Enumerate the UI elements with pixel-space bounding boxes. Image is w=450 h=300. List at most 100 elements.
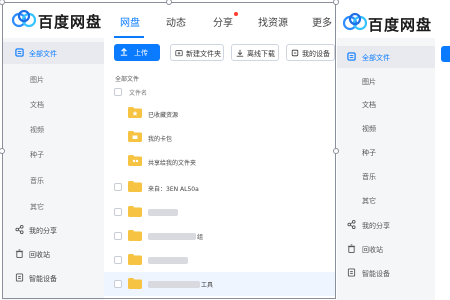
file-row[interactable]: 工具 (104, 272, 335, 296)
sidebar-item-my-shares[interactable]: 我的分享 (337, 214, 435, 236)
my-device-button-label: 我的设备 (302, 50, 330, 58)
sidebar-item-label: 文档 (362, 101, 376, 109)
sidebar-item-label: 回收站 (29, 251, 50, 259)
resize-handle-middle-right[interactable] (333, 148, 339, 154)
sidebar-item-documents[interactable]: 文档 (2, 93, 104, 115)
sidebar-item-label: 其它 (362, 197, 376, 205)
folder-icon (128, 206, 142, 217)
new-folder-button[interactable]: 新建文件夹 (170, 44, 224, 61)
row-checkbox[interactable] (114, 280, 122, 288)
upload-icon (120, 48, 128, 56)
redacted-file-name (148, 209, 178, 216)
sidebar-item-label: 视频 (362, 125, 376, 133)
file-icon (15, 48, 24, 57)
folder-icon (128, 254, 142, 265)
upload-button[interactable]: 上传 (114, 44, 160, 61)
file-list-panel: 上传 新建文件夹 离线下载 我的设备 全部文件 文件名 已收藏资源 我的卡包 共… (104, 38, 335, 300)
sidebar-item-recycle-bin[interactable]: 回收站 (337, 238, 435, 260)
sidebar-item-label: 音乐 (30, 177, 44, 185)
sidebar-item-label: 图片 (30, 76, 44, 84)
sidebar-item-label: 智能设备 (362, 270, 390, 278)
device-icon (291, 49, 299, 57)
sidebar-item-label: 视频 (30, 126, 44, 134)
file-list-header: 文件名 (104, 85, 335, 99)
sidebar-item-videos[interactable]: 视频 (337, 117, 435, 139)
breadcrumb: 全部文件 (115, 76, 140, 83)
row-checkbox[interactable] (114, 232, 122, 240)
file-row[interactable]: 共享给我的文件夹 (104, 149, 335, 173)
my-device-button[interactable]: 我的设备 (286, 44, 335, 61)
sidebar-item-smart-devices[interactable]: 智能设备 (2, 267, 104, 289)
row-checkbox[interactable] (114, 208, 122, 216)
sidebar-item-all-files[interactable]: 全部文件 (2, 42, 104, 64)
sidebar-item-images[interactable]: 图片 (2, 68, 104, 90)
sidebar-item-documents[interactable]: 文档 (337, 93, 435, 115)
app-name: 百度网盘 (368, 16, 433, 34)
sidebar-item-label: 全部文件 (362, 54, 390, 62)
file-icon (347, 52, 356, 61)
sidebar-item-all-files[interactable]: 全部文件 (337, 46, 435, 68)
baidu-netdisk-window-second: 百度网盘 全部文件 图片 文档 视频 种子 音乐 其它 我的分享 回收站 智能设… (337, 2, 450, 300)
folder-icon (128, 181, 142, 192)
tab-netdisk[interactable]: 网盘 (120, 14, 140, 29)
sidebar-item-label: 其它 (30, 203, 44, 211)
row-checkbox[interactable] (114, 256, 122, 264)
device-icon (15, 273, 24, 282)
file-row[interactable]: 我的卡包 (104, 125, 335, 149)
tab-share-label: 分享 (213, 18, 233, 29)
notification-dot (234, 12, 238, 16)
top-navigation-bar: 百度网盘 网盘 动态 分享 找资源 更多 (2, 2, 335, 38)
offline-download-button-label: 离线下载 (247, 50, 275, 58)
sidebar-item-music[interactable]: 音乐 (337, 165, 435, 187)
sidebar-item-torrents[interactable]: 种子 (337, 141, 435, 163)
upload-button-partial[interactable] (441, 46, 450, 62)
file-row[interactable]: 组 (104, 224, 335, 248)
new-folder-button-label: 新建文件夹 (186, 50, 221, 58)
file-row[interactable]: 来自：3EN AL50a (104, 175, 335, 199)
sidebar-item-label: 图片 (362, 78, 376, 86)
sidebar-item-label: 文档 (30, 101, 44, 109)
tab-activity[interactable]: 动态 (166, 14, 186, 29)
sidebar-item-smart-devices[interactable]: 智能设备 (337, 262, 435, 284)
upload-button-label: 上传 (134, 49, 148, 57)
tab-find-resources[interactable]: 找资源 (258, 14, 288, 29)
sidebar-item-music[interactable]: 音乐 (2, 169, 104, 191)
file-name-suffix: 组 (197, 234, 204, 241)
file-name: 我的卡包 (148, 136, 173, 143)
sidebar-item-label: 种子 (30, 151, 44, 159)
offline-download-button[interactable]: 离线下载 (231, 44, 279, 61)
download-icon (236, 49, 244, 57)
sidebar-item-torrents[interactable]: 种子 (2, 143, 104, 165)
sidebar-item-label: 种子 (362, 149, 376, 157)
file-row[interactable] (104, 200, 335, 224)
row-checkbox[interactable] (114, 183, 122, 191)
new-folder-icon (175, 50, 183, 57)
baidu-netdisk-window-main: 百度网盘 网盘 动态 分享 找资源 更多 全部文件 图片 文档 视频 种子 音乐… (2, 2, 335, 300)
select-all-checkbox[interactable] (114, 88, 122, 96)
sidebar-item-videos[interactable]: 视频 (2, 118, 104, 140)
file-row[interactable]: 已收藏资源 (104, 101, 335, 125)
favorites-folder-icon (128, 107, 142, 118)
sidebar-item-label: 智能设备 (29, 275, 57, 283)
sidebar-item-other[interactable]: 其它 (2, 195, 104, 217)
sidebar-item-my-shares[interactable]: 我的分享 (2, 219, 104, 241)
redacted-file-name (148, 233, 196, 240)
device-icon (347, 268, 356, 277)
tab-share[interactable]: 分享 (213, 12, 238, 29)
folder-icon (128, 230, 142, 241)
sidebar-item-other[interactable]: 其它 (337, 189, 435, 211)
sidebar: 全部文件 图片 文档 视频 种子 音乐 其它 我的分享 回收站 智能设备 (2, 38, 104, 300)
app-name: 百度网盘 (38, 13, 103, 31)
share-icon (347, 220, 356, 229)
sidebar-item-recycle-bin[interactable]: 回收站 (2, 243, 104, 265)
file-row[interactable] (104, 248, 335, 272)
file-name: 来自：3EN AL50a (148, 186, 199, 193)
sidebar-item-label: 音乐 (362, 173, 376, 181)
column-header-filename: 文件名 (129, 90, 148, 97)
sidebar-item-label: 我的分享 (362, 222, 390, 230)
tab-more[interactable]: 更多 (312, 14, 332, 29)
trash-icon (15, 249, 24, 258)
sidebar-item-images[interactable]: 图片 (337, 70, 435, 92)
folder-icon (128, 278, 142, 289)
file-name-suffix: 工具 (201, 282, 214, 289)
